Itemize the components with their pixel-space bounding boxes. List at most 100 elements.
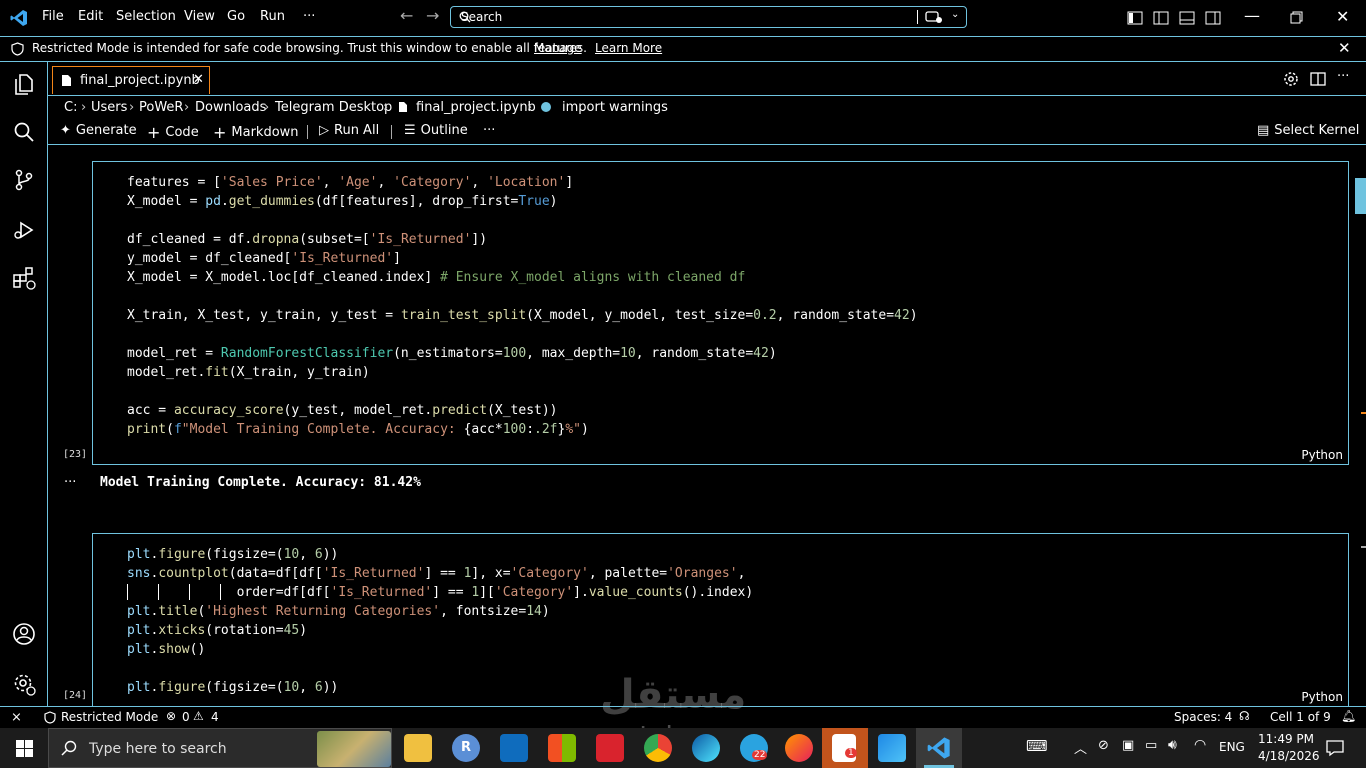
toolbar-more-button[interactable]: ··· — [483, 123, 495, 138]
file-explorer-app-icon[interactable] — [404, 734, 432, 762]
toggle-sidebar-icon[interactable] — [1127, 10, 1143, 26]
notifications-bell-icon[interactable]: 🔔︎ — [1341, 709, 1356, 723]
more-label: ··· — [483, 123, 496, 138]
clock-date[interactable]: 4/18/2026 — [1258, 749, 1320, 763]
breadcrumb: C: › Users › PoWeR › Downloads › Telegra… — [48, 96, 1366, 118]
cell-language[interactable]: Python — [1301, 448, 1343, 462]
copilot-status-icon[interactable]: ☊ — [1239, 709, 1250, 723]
banner-close-icon[interactable]: ✕ — [1338, 39, 1351, 57]
chevron-down-icon[interactable]: ⌄ — [951, 9, 959, 20]
cell-language[interactable]: Python — [1301, 690, 1343, 704]
add-markdown-button[interactable]: + Markdown — [213, 123, 299, 142]
menu-run[interactable]: Run — [260, 9, 285, 24]
breadcrumb-symbol[interactable]: import warnings — [562, 100, 668, 115]
menu-file[interactable]: File — [42, 9, 64, 24]
restricted-mode-status[interactable]: Restricted Mode — [61, 710, 158, 724]
camera-icon[interactable]: ▣ — [1122, 738, 1134, 753]
shield-icon — [11, 42, 24, 56]
search-sidebar-icon[interactable] — [12, 120, 36, 144]
code-label: Code — [165, 125, 199, 140]
search-highlight-image — [317, 731, 391, 767]
wifi-icon[interactable]: ◠ — [1194, 737, 1206, 753]
toolbar-divider — [391, 125, 392, 139]
indentation-status[interactable]: Spaces: 4 — [1174, 710, 1232, 724]
cell-position[interactable]: Cell 1 of 9 — [1270, 710, 1331, 724]
action-center-icon[interactable] — [1326, 739, 1344, 757]
select-kernel-button[interactable]: ▤ Select Kernel — [1257, 123, 1359, 138]
explorer-icon[interactable] — [12, 72, 36, 96]
breadcrumb-drive[interactable]: C: — [64, 100, 77, 115]
settings-gear-icon[interactable] — [1283, 71, 1299, 87]
run-all-button[interactable]: ▷ Run All — [319, 123, 379, 138]
menu-go[interactable]: Go — [227, 9, 245, 24]
code-cell-23[interactable]: features = ['Sales Price', 'Age', 'Categ… — [92, 161, 1349, 465]
scroll-marker — [1361, 546, 1366, 548]
show-hidden-icons-chevron-icon[interactable]: ︿ — [1074, 738, 1087, 757]
chrome-app-icon[interactable] — [644, 734, 672, 762]
account-icon[interactable] — [12, 622, 36, 646]
python-symbol-icon — [541, 102, 551, 112]
back-arrow-icon[interactable]: ← — [400, 6, 413, 25]
menu-edit[interactable]: Edit — [78, 9, 103, 24]
error-count[interactable]: 0 — [182, 710, 190, 724]
extensions-icon[interactable] — [12, 266, 36, 290]
breadcrumb-file[interactable]: final_project.ipynb — [416, 100, 536, 115]
edge-app-icon[interactable] — [692, 734, 720, 762]
learn-more-link[interactable]: Learn More — [595, 41, 662, 55]
network-off-icon[interactable]: ⊘ — [1098, 738, 1109, 753]
menu-view[interactable]: View — [184, 9, 215, 24]
photos-app-icon[interactable] — [878, 734, 906, 762]
run-debug-icon[interactable] — [12, 218, 36, 242]
output-more-icon[interactable]: ··· — [64, 475, 76, 490]
breadcrumb-users[interactable]: Users — [91, 100, 127, 115]
editor-tabs: final_project.ipynb ✕ ··· — [48, 62, 1366, 96]
keyboard-layout-icon[interactable]: ⌨ — [1026, 737, 1048, 755]
toggle-primary-sidebar-icon[interactable] — [1153, 10, 1169, 26]
language-indicator[interactable]: ENG — [1219, 740, 1245, 754]
firefox-app-icon[interactable] — [785, 734, 813, 762]
taskbar-search-box[interactable]: Type here to search — [48, 728, 392, 768]
execution-count: [23] — [63, 449, 88, 460]
warning-count[interactable]: 4 — [211, 710, 219, 724]
split-editor-icon[interactable] — [1310, 71, 1326, 87]
warning-icon[interactable]: ⚠ — [193, 709, 204, 723]
breadcrumb-power[interactable]: PoWeR — [139, 100, 183, 115]
breadcrumb-sep: › — [527, 100, 533, 115]
command-center-search[interactable]: Search ⌄ — [450, 6, 967, 28]
source-control-icon[interactable] — [12, 168, 36, 192]
breadcrumb-telegram[interactable]: Telegram Desktop — [275, 100, 392, 115]
forward-arrow-icon[interactable]: → — [426, 6, 439, 25]
toggle-panel-icon[interactable] — [1179, 10, 1195, 26]
toggle-secondary-sidebar-icon[interactable] — [1205, 10, 1221, 26]
more-actions-icon[interactable]: ··· — [1337, 69, 1349, 84]
add-code-button[interactable]: + Code — [147, 123, 199, 142]
vscode-app-icon[interactable] — [926, 736, 952, 760]
remote-icon[interactable]: ⨯ — [11, 710, 22, 725]
menu-selection[interactable]: Selection — [116, 9, 176, 24]
manage-gear-icon[interactable] — [12, 672, 36, 696]
tab-final-project[interactable]: final_project.ipynb ✕ — [52, 66, 210, 94]
outlook-app-icon[interactable] — [500, 734, 528, 762]
generate-button[interactable]: ✦ Generate — [60, 123, 137, 138]
huawei-app-icon[interactable] — [596, 734, 624, 762]
windows-start-icon[interactable] — [16, 740, 33, 757]
restore-icon[interactable] — [1290, 11, 1303, 24]
clock-time[interactable]: 11:49 PM — [1258, 732, 1314, 746]
outline-button[interactable]: ☰ Outline — [404, 123, 468, 138]
r-app-icon[interactable]: R — [452, 734, 480, 762]
editor-scrollbar-thumb[interactable] — [1355, 178, 1366, 214]
store-app-icon[interactable] — [548, 734, 576, 762]
minimize-icon[interactable]: — — [1244, 6, 1260, 25]
banner-text: Restricted Mode is intended for safe cod… — [32, 41, 587, 55]
cell-code[interactable]: features = ['Sales Price', 'Age', 'Categ… — [127, 173, 918, 439]
manage-link[interactable]: Manage — [534, 41, 582, 55]
tab-close-icon[interactable]: ✕ — [193, 72, 204, 87]
battery-icon[interactable]: ▭ — [1145, 738, 1157, 753]
volume-icon[interactable]: 🔊︎ — [1168, 737, 1177, 753]
copilot-icon[interactable] — [925, 10, 943, 24]
telegram-badge: 22 — [752, 750, 768, 760]
error-icon[interactable]: ⊗ — [166, 709, 176, 723]
menu-more[interactable]: ··· — [303, 9, 315, 24]
close-window-icon[interactable]: ✕ — [1336, 7, 1349, 26]
breadcrumb-downloads[interactable]: Downloads — [195, 100, 266, 115]
